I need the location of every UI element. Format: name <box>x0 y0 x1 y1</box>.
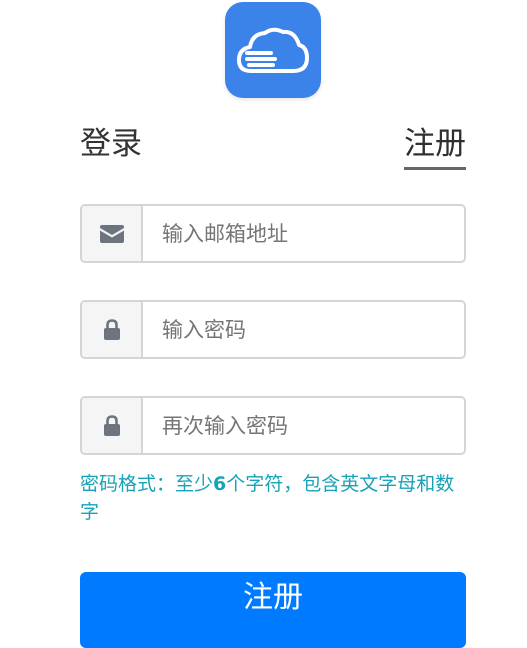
active-tab-indicator <box>404 167 466 170</box>
email-input[interactable] <box>143 206 464 261</box>
confirm-password-input[interactable] <box>143 398 464 453</box>
password-input[interactable] <box>143 302 464 357</box>
confirm-password-field-group <box>80 396 466 455</box>
tab-login[interactable]: 登录 <box>80 122 142 166</box>
hint-prefix: 密码格式：至少 <box>80 473 214 495</box>
hint-min-length: 6 <box>213 473 227 495</box>
envelope-icon <box>82 206 143 261</box>
app-logo <box>225 2 321 98</box>
password-format-hint: 密码格式：至少6个字符，包含英文字母和数字 <box>80 470 466 526</box>
lock-icon <box>82 398 143 453</box>
register-button[interactable]: 注册 <box>80 572 466 648</box>
cloud-icon <box>237 27 309 73</box>
lock-icon <box>82 302 143 357</box>
tab-register[interactable]: 注册 <box>404 122 466 166</box>
password-field-group <box>80 300 466 359</box>
email-field-group <box>80 204 466 263</box>
